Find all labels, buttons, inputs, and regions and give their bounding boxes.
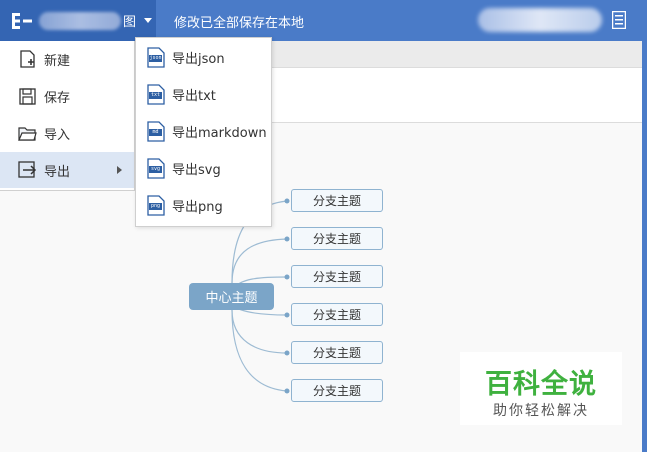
branch-topic[interactable]: 分支主题 (291, 303, 383, 326)
file-menu: 新建 保存 导入 导出 (0, 41, 135, 191)
menu-item-new[interactable]: 新建 (0, 41, 134, 77)
save-icon (19, 87, 36, 105)
export-png-item[interactable]: png 导出png (136, 187, 271, 224)
markdown-file-icon: md (146, 121, 166, 142)
export-txt-item[interactable]: txt 导出txt (136, 76, 271, 113)
export-submenu: json 导出json txt 导出txt md 导出markdown svg … (135, 37, 272, 227)
menu-item-label: 导出 (44, 164, 71, 180)
branch-topic[interactable]: 分支主题 (291, 379, 383, 402)
export-markdown-item[interactable]: md 导出markdown (136, 113, 271, 150)
folder-open-icon (18, 126, 37, 141)
menu-item-label: 导入 (44, 127, 71, 143)
menu-item-export[interactable]: 导出 (0, 152, 134, 188)
txt-file-icon: txt (146, 84, 166, 105)
branch-topic[interactable]: 分支主题 (291, 265, 383, 288)
export-svg-item[interactable]: svg 导出svg (136, 150, 271, 187)
branch-topic[interactable]: 分支主题 (291, 227, 383, 250)
export-item-label: 导出txt (172, 89, 216, 104)
menu-item-import[interactable]: 导入 (0, 115, 134, 151)
json-file-icon: json (146, 47, 166, 68)
export-json-item[interactable]: json 导出json (136, 39, 271, 76)
menu-item-save[interactable]: 保存 (0, 78, 134, 114)
window-frame-right (642, 41, 647, 452)
menu-item-label: 新建 (44, 53, 71, 69)
watermark: 百科全说 助你轻松解决 (460, 352, 622, 425)
export-item-label: 导出markdown (172, 126, 267, 141)
export-item-label: 导出svg (172, 163, 221, 178)
chevron-right-icon (117, 166, 122, 174)
watermark-subtitle: 助你轻松解决 (493, 403, 589, 419)
menu-item-label: 保存 (44, 90, 71, 106)
central-topic[interactable]: 中心主题 (189, 283, 274, 310)
export-item-label: 导出png (172, 200, 223, 215)
new-file-icon (20, 49, 35, 68)
svg-file-icon: svg (146, 158, 166, 179)
export-icon (18, 160, 37, 178)
branch-topic[interactable]: 分支主题 (291, 341, 383, 364)
watermark-title: 百科全说 (485, 369, 597, 400)
export-item-label: 导出json (172, 52, 225, 67)
branch-topic[interactable]: 分支主题 (291, 189, 383, 212)
png-file-icon: png (146, 195, 166, 216)
